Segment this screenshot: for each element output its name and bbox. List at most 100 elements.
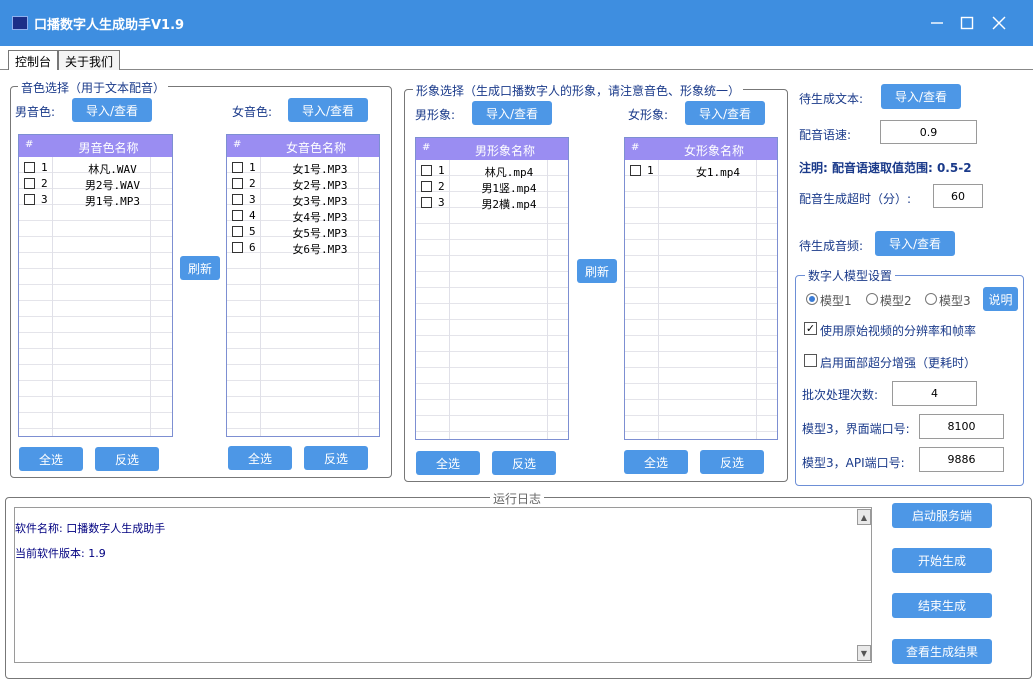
- item-checkbox[interactable]: [232, 178, 243, 189]
- male-avatar-column-header: 男形象名称: [474, 144, 535, 158]
- start-generate-button[interactable]: 开始生成: [892, 548, 992, 573]
- item-name: 女2号.MP3: [292, 179, 348, 192]
- app-icon: [12, 16, 28, 30]
- item-checkbox[interactable]: [24, 178, 35, 189]
- model-group-legend: 数字人模型设置: [805, 267, 896, 284]
- item-name: 男2号.WAV: [84, 179, 141, 192]
- batch-input[interactable]: 4: [892, 381, 977, 406]
- list-item[interactable]: 1 林凡.WAV: [19, 160, 172, 176]
- voice-refresh-button[interactable]: 刷新: [180, 256, 220, 280]
- close-icon: [992, 16, 1006, 30]
- audio-import-button[interactable]: 导入/查看: [875, 231, 955, 256]
- item-name: 林凡.mp4: [484, 166, 534, 179]
- list-item[interactable]: 6 女6号.MP3: [227, 240, 379, 256]
- item-name: 女1.mp4: [695, 166, 741, 179]
- list-item[interactable]: 2 男1竖.mp4: [416, 179, 568, 195]
- use-original-label: 使用原始视频的分辨率和帧率: [820, 324, 977, 338]
- model3-radio[interactable]: [925, 293, 937, 305]
- male-voice-import-button[interactable]: 导入/查看: [72, 98, 152, 122]
- use-original-checkbox[interactable]: ✓: [804, 322, 817, 335]
- scroll-up-button[interactable]: ▲: [857, 509, 871, 525]
- text-input-label: 待生成文本:: [799, 92, 864, 106]
- list-item[interactable]: 1 女1号.MP3: [227, 160, 379, 176]
- log-group-legend: 运行日志: [490, 490, 545, 507]
- avatar-refresh-button[interactable]: 刷新: [577, 259, 617, 283]
- item-checkbox[interactable]: [232, 242, 243, 253]
- model1-radio[interactable]: [806, 293, 818, 305]
- list-item[interactable]: 3 女3号.MP3: [227, 192, 379, 208]
- tab-console[interactable]: 控制台: [8, 50, 59, 70]
- list-item[interactable]: 4 女4号.MP3: [227, 208, 379, 224]
- maximize-button[interactable]: [952, 8, 982, 38]
- list-item[interactable]: 3 男2横.mp4: [416, 195, 568, 211]
- model2-label: 模型2: [880, 294, 912, 308]
- log-line: 当前软件版本: 1.9: [15, 547, 106, 560]
- api-port-input[interactable]: 9886: [919, 447, 1004, 472]
- male-voice-list-header: # 男音色名称: [19, 135, 172, 157]
- item-checkbox[interactable]: [421, 181, 432, 192]
- list-item[interactable]: 1 林凡.mp4: [416, 163, 568, 179]
- list-item[interactable]: 2 女2号.MP3: [227, 176, 379, 192]
- female-voice-select-all-button[interactable]: 全选: [228, 446, 292, 470]
- item-checkbox[interactable]: [232, 162, 243, 173]
- male-avatar-list[interactable]: # 男形象名称 1 林凡.mp4 2 男1竖.mp4 3 男2横.mp4: [415, 137, 569, 440]
- item-checkbox[interactable]: [232, 226, 243, 237]
- female-voice-invert-button[interactable]: 反选: [304, 446, 368, 470]
- male-voice-invert-button[interactable]: 反选: [95, 447, 159, 471]
- model3-label: 模型3: [939, 294, 971, 308]
- item-checkbox[interactable]: [630, 165, 641, 176]
- speed-label: 配音语速:: [799, 128, 852, 142]
- list-item[interactable]: 2 男2号.WAV: [19, 176, 172, 192]
- male-avatar-label: 男形象:: [415, 108, 456, 122]
- text-import-button[interactable]: 导入/查看: [881, 84, 961, 109]
- item-name: 女1号.MP3: [292, 163, 348, 176]
- view-results-button[interactable]: 查看生成结果: [892, 639, 992, 664]
- face-enhance-checkbox[interactable]: [804, 354, 817, 367]
- speed-input[interactable]: 0.9: [880, 120, 977, 144]
- stop-generate-button[interactable]: 结束生成: [892, 593, 992, 618]
- list-item[interactable]: 3 男1号.MP3: [19, 192, 172, 208]
- female-avatar-list[interactable]: # 女形象名称 1 女1.mp4: [624, 137, 778, 440]
- timeout-label: 配音生成超时（分）:: [799, 192, 912, 206]
- item-checkbox[interactable]: [24, 162, 35, 173]
- list-item[interactable]: 5 女5号.MP3: [227, 224, 379, 240]
- female-voice-column-header: 女音色名称: [285, 141, 346, 155]
- model2-radio[interactable]: [866, 293, 878, 305]
- scroll-down-button[interactable]: ▼: [857, 645, 871, 661]
- female-avatar-label: 女形象:: [628, 108, 669, 122]
- ui-port-input[interactable]: 8100: [919, 414, 1004, 439]
- female-avatar-select-all-button[interactable]: 全选: [624, 450, 688, 474]
- minimize-button[interactable]: [922, 8, 952, 38]
- log-line: 软件名称: 口播数字人生成助手: [15, 522, 166, 535]
- male-avatar-select-all-button[interactable]: 全选: [416, 451, 480, 475]
- female-avatar-import-button[interactable]: 导入/查看: [685, 101, 765, 125]
- item-checkbox[interactable]: [232, 210, 243, 221]
- start-server-button[interactable]: 启动服务端: [892, 503, 992, 528]
- model1-label: 模型1: [820, 294, 852, 308]
- male-avatar-import-button[interactable]: 导入/查看: [472, 101, 552, 125]
- male-voice-list[interactable]: # 男音色名称 1 林凡.WAV 2 男2号.WAV 3 男1号.MP3: [18, 134, 173, 437]
- list-item[interactable]: 1 女1.mp4: [625, 163, 777, 179]
- item-name: 男1竖.mp4: [481, 182, 537, 195]
- api-port-label: 模型3，API端口号:: [802, 456, 905, 470]
- male-avatar-invert-button[interactable]: 反选: [492, 451, 556, 475]
- ui-port-label: 模型3，界面端口号:: [802, 422, 910, 436]
- female-avatar-invert-button[interactable]: 反选: [700, 450, 764, 474]
- male-voice-column-header: 男音色名称: [78, 141, 139, 155]
- female-avatar-column-header: 女形象名称: [683, 144, 744, 158]
- face-enhance-label: 启用面部超分增强（更耗时）: [820, 356, 977, 370]
- model-help-button[interactable]: 说明: [983, 287, 1018, 311]
- male-voice-select-all-button[interactable]: 全选: [19, 447, 83, 471]
- item-checkbox[interactable]: [232, 194, 243, 205]
- female-voice-import-button[interactable]: 导入/查看: [288, 98, 368, 122]
- item-checkbox[interactable]: [421, 165, 432, 176]
- tab-divider: [0, 69, 1033, 70]
- item-checkbox[interactable]: [421, 197, 432, 208]
- timeout-input[interactable]: 60: [933, 184, 983, 208]
- close-button[interactable]: [984, 8, 1014, 38]
- tab-about[interactable]: 关于我们: [58, 50, 121, 70]
- female-voice-list[interactable]: # 女音色名称 1 女1号.MP3 2 女2号.MP3 3 女3号.MP3 4 女4号.…: [226, 134, 380, 437]
- item-checkbox[interactable]: [24, 194, 35, 205]
- window-title: 口播数字人生成助手V1.9: [34, 18, 185, 33]
- batch-label: 批次处理次数:: [802, 388, 879, 402]
